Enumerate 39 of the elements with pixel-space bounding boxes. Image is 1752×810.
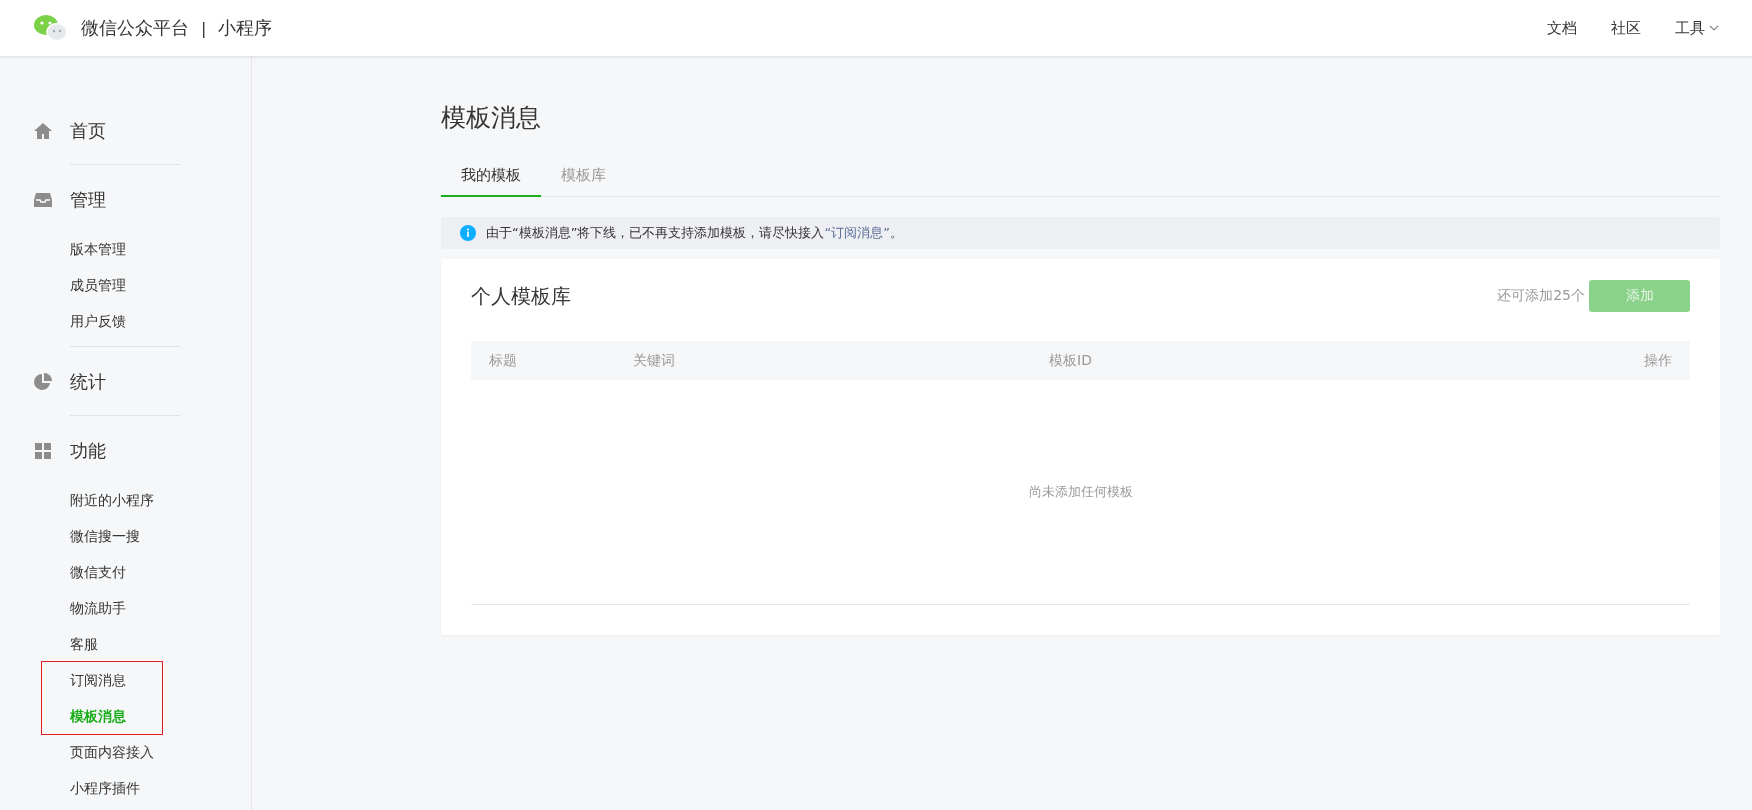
sidebar-section-title[interactable]: 统计: [70, 370, 106, 394]
sidebar-item[interactable]: 客服: [70, 626, 98, 662]
column-header: 模板ID: [1031, 341, 1427, 380]
sidebar-item[interactable]: 微信支付: [70, 554, 126, 590]
card-title: 个人模板库: [471, 282, 571, 310]
tools-menu[interactable]: 工具: [1675, 18, 1719, 38]
sidebar-item[interactable]: 附近的小程序: [70, 482, 154, 518]
wechat-logo-icon: [33, 14, 69, 42]
sidebar-item[interactable]: 成员管理: [70, 267, 126, 303]
nav-link[interactable]: 文档: [1547, 18, 1577, 38]
tab[interactable]: 我的模板: [441, 166, 541, 197]
sidebar-item[interactable]: 微信搜一搜: [70, 518, 140, 554]
empty-state-text: 尚未添加任何模板: [1028, 484, 1133, 499]
nav-link[interactable]: 社区: [1611, 18, 1641, 38]
product-name: 小程序: [218, 16, 273, 40]
sidebar-item[interactable]: 小程序插件: [70, 770, 140, 806]
page-title: 模板消息: [441, 103, 541, 132]
chevron-down-icon: [1709, 25, 1719, 31]
column-header: 操作: [1427, 341, 1690, 380]
sidebar-item[interactable]: 物流助手: [70, 590, 126, 626]
sidebar-section-title[interactable]: 功能: [70, 439, 106, 463]
grid-icon: [33, 441, 53, 461]
platform-name: 微信公众平台: [81, 16, 189, 40]
sidebar-item[interactable]: 用户反馈: [70, 303, 126, 339]
subscribe-message-link[interactable]: “订阅消息”: [824, 225, 890, 240]
sidebar-item[interactable]: 页面内容接入: [70, 734, 154, 770]
sidebar-item[interactable]: 版本管理: [70, 231, 126, 267]
column-header: 标题: [471, 341, 615, 380]
remaining-quota: 还可添加25个: [1497, 287, 1585, 305]
sidebar-section-title[interactable]: 管理: [70, 188, 106, 212]
home-icon: [33, 121, 53, 141]
inbox-icon: [33, 190, 53, 210]
title-separator: |: [201, 18, 207, 38]
column-header: 关键词: [615, 341, 1031, 380]
notice-text: 由于“模板消息”将下线，已不再支持添加模板，请尽快接入“订阅消息”。: [486, 224, 903, 242]
sidebar-item[interactable]: 订阅消息: [70, 662, 126, 698]
info-icon: [460, 225, 476, 241]
sidebar-section-title[interactable]: 首页: [70, 119, 106, 143]
pie-chart-icon: [33, 372, 53, 392]
